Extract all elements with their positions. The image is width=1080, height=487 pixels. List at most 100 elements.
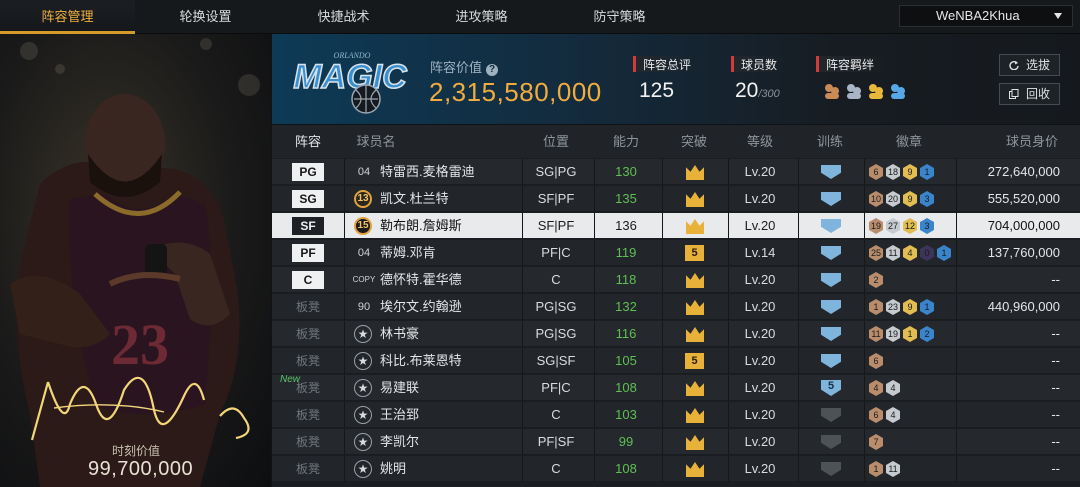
crown-icon[interactable] [686, 219, 704, 234]
table-row[interactable]: C COPY 德怀特.霍华德 C 118 Lv.20 2 -- [272, 267, 1080, 293]
shield-icon[interactable] [821, 462, 841, 476]
player-rating: 108 [615, 380, 637, 395]
table-row[interactable]: 板凳 ★ 王治郅 C 103 Lv.20 6 4 -- [272, 402, 1080, 428]
player-position: PF|SF [537, 434, 575, 449]
team-value-label: 阵容价值? [430, 57, 499, 76]
badge-icon: 9 [903, 164, 917, 180]
col-breakthrough: 突破 [680, 134, 707, 149]
player-name[interactable]: 勒布朗.詹姆斯 [380, 213, 462, 239]
slot-badge: SF [292, 217, 324, 235]
tab-defense[interactable]: 防守策略 [552, 0, 687, 34]
badge-icon: 4 [869, 380, 883, 396]
table-row[interactable]: 板凳 90 埃尔文.约翰逊 PG|SG 132 Lv.20 1 23 9 1 440,960,000 [272, 294, 1080, 320]
table-row[interactable]: PF 04 蒂姆.邓肯 PF|C 119 5 Lv.14 25 11 4 0 1 137,760,000 [272, 240, 1080, 266]
tab-rotation[interactable]: 轮换设置 [138, 0, 273, 34]
table-row[interactable]: 板凳 New ★ 易建联 PF|C 108 Lv.20 5 4 4 -- [272, 374, 1080, 401]
shield-icon[interactable] [821, 354, 841, 368]
tab-lineup[interactable]: 阵容管理 [0, 0, 135, 34]
shield-icon[interactable] [821, 192, 841, 206]
player-name[interactable]: 蒂姆.邓肯 [380, 240, 436, 266]
recycle-button[interactable]: 回收 [999, 83, 1060, 105]
table-row[interactable]: 板凳 ★ 林书豪 PG|SG 116 Lv.20 11 19 1 2 -- [272, 321, 1080, 347]
shield-icon[interactable] [821, 435, 841, 449]
crown-icon[interactable] [686, 435, 704, 450]
player-rating: 99 [618, 434, 634, 449]
shield-icon[interactable] [821, 273, 841, 287]
player-name[interactable]: 王治郅 [380, 402, 419, 428]
player-rating: 116 [615, 326, 637, 341]
chemistry-silver-icon [847, 84, 861, 99]
help-icon[interactable]: ? [486, 64, 499, 76]
crown-icon[interactable] [686, 273, 704, 288]
bench-label: 板凳 [295, 462, 320, 476]
user-dropdown[interactable]: WeNBA2Khua [899, 5, 1073, 27]
bench-label: 板凳 [295, 300, 320, 314]
badge-icon: 19 [869, 218, 883, 234]
shield-icon[interactable] [821, 327, 841, 341]
table-row[interactable]: 板凳 ★ 李凯尔 PF|SF 99 Lv.20 7 -- [272, 429, 1080, 455]
copy-icon [1009, 89, 1019, 99]
badge-icon: 12 [903, 218, 917, 234]
player-level: Lv.20 [744, 407, 776, 422]
tab-quick-tactics[interactable]: 快捷战术 [276, 0, 411, 34]
overall-value: 125 [639, 79, 675, 102]
chevron-down-icon [1054, 13, 1062, 19]
player-level: Lv.20 [744, 434, 776, 449]
crown-icon[interactable] [686, 408, 704, 423]
crown-icon[interactable] [686, 192, 704, 207]
crown-icon[interactable] [686, 165, 704, 180]
overall-label: 阵容总评 [633, 56, 699, 72]
player-level: Lv.20 [744, 164, 776, 179]
player-level: Lv.20 [744, 326, 776, 341]
shield-icon[interactable] [821, 408, 841, 422]
badge-icon: 11 [886, 245, 900, 261]
crown-icon[interactable] [686, 300, 704, 315]
badge-icon: 9 [903, 299, 917, 315]
shield-icon[interactable] [821, 300, 841, 314]
col-training: 训练 [816, 134, 843, 149]
jersey-number-badge: 15 [354, 217, 372, 235]
shield-icon[interactable] [821, 219, 841, 233]
crown-icon[interactable] [686, 327, 704, 342]
badge-icon: 9 [903, 191, 917, 207]
shield-icon[interactable] [821, 165, 841, 179]
player-name[interactable]: 易建联 [380, 375, 419, 401]
player-salary: -- [1051, 272, 1060, 287]
player-name[interactable]: 科比.布莱恩特 [380, 348, 462, 374]
badge-icon: 7 [869, 434, 883, 450]
signature-image [30, 376, 250, 441]
training-level-badge[interactable]: 5 [821, 380, 841, 396]
player-rating: 105 [615, 353, 637, 368]
player-name[interactable]: 姚明 [380, 456, 406, 482]
player-name[interactable]: 特雷西.麦格雷迪 [380, 159, 475, 185]
crown-icon[interactable] [686, 462, 704, 477]
star-icon: ★ [354, 406, 372, 424]
featured-player-card[interactable]: 23 时刻价值 99,700,000 [0, 34, 271, 487]
player-name[interactable]: 凯文.杜兰特 [380, 186, 449, 212]
tab-offense[interactable]: 进攻策略 [414, 0, 549, 34]
bench-label: 板凳 [295, 408, 320, 422]
table-row[interactable]: SF 15 勒布朗.詹姆斯 SF|PF 136 Lv.20 19 27 12 3 704,000,0… [272, 213, 1080, 239]
breakthrough-level-badge[interactable]: 5 [685, 245, 704, 261]
player-name[interactable]: 林书豪 [380, 321, 419, 347]
badge-icon: 11 [886, 461, 900, 477]
chemistry-icons[interactable] [823, 82, 911, 105]
shield-icon[interactable] [821, 246, 841, 260]
player-name[interactable]: 李凯尔 [380, 429, 419, 455]
select-button[interactable]: 选拔 [999, 54, 1060, 76]
player-name[interactable]: 德怀特.霍华德 [380, 267, 462, 293]
crown-icon[interactable] [686, 381, 704, 396]
table-row[interactable]: 板凳 ★ 科比.布莱恩特 SG|SF 105 5 Lv.20 6 -- [272, 348, 1080, 374]
col-lineup: 阵容 [294, 134, 321, 149]
badge-icon: 3 [920, 191, 934, 207]
player-name[interactable]: 埃尔文.约翰逊 [380, 294, 462, 320]
table-row[interactable]: SG 13 凯文.杜兰特 SF|PF 135 Lv.20 10 20 9 3 555,520,000 [272, 186, 1080, 212]
player-salary: -- [1051, 434, 1060, 449]
jersey-number: 04 [357, 166, 371, 178]
player-rating: 132 [615, 299, 637, 314]
star-icon: ★ [354, 460, 372, 478]
breakthrough-level-badge[interactable]: 5 [685, 353, 704, 369]
table-row[interactable]: 板凳 ★ 姚明 C 108 Lv.20 1 11 -- [272, 456, 1080, 482]
table-row[interactable]: PG 04 特雷西.麦格雷迪 SG|PG 130 Lv.20 6 18 9 1 272,640,00… [272, 159, 1080, 185]
player-rating: 130 [615, 164, 637, 179]
